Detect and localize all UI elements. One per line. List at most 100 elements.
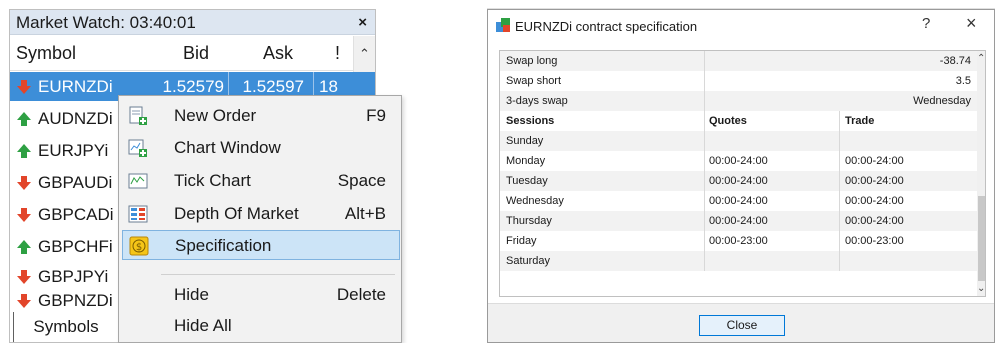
- session-row-wednesday: Wednesday 00:00-24:00 00:00-24:00: [500, 191, 977, 211]
- session-row-monday: Monday 00:00-24:00 00:00-24:00: [500, 151, 977, 171]
- column-header-spread[interactable]: !: [335, 43, 340, 64]
- app-icon: [496, 18, 510, 32]
- spec-name: Swap short: [506, 75, 562, 87]
- tick-chart-icon: [128, 173, 148, 189]
- svg-text:$: $: [136, 242, 142, 253]
- menu-item-label: Hide: [174, 285, 209, 304]
- menu-item-shortcut: Alt+B: [344, 204, 386, 223]
- grid-scrollbar[interactable]: ⌃ ⌄: [977, 51, 985, 296]
- chevron-down-icon[interactable]: ⌄: [977, 283, 985, 294]
- spec-value: 3.5: [955, 75, 971, 87]
- grid-divider: [704, 71, 705, 91]
- market-watch-title: Market Watch: 03:40:01: [16, 13, 196, 32]
- symbol-name: GBPCHFi: [38, 237, 113, 256]
- close-button[interactable]: Close: [699, 315, 785, 336]
- session-day: Saturday: [506, 255, 551, 267]
- scrollbar-thumb[interactable]: [978, 196, 985, 281]
- symbol-name: EURJPYi: [38, 141, 109, 160]
- background-strip: [487, 0, 995, 9]
- column-header-symbol[interactable]: Symbol: [16, 43, 76, 64]
- session-trade: 00:00-24:00: [845, 175, 904, 187]
- contract-specification-dialog: EURNZDi contract specification ? × Swap …: [487, 9, 995, 343]
- chart-window-icon: [128, 139, 147, 157]
- grid-divider: [839, 131, 840, 151]
- arrow-down-icon: [17, 270, 31, 284]
- market-watch-header: Symbol Bid Ask !: [10, 36, 375, 71]
- session-quotes: 00:00-24:00: [709, 215, 768, 227]
- session-day: Friday: [506, 235, 537, 247]
- menu-item-label: Hide All: [174, 316, 232, 335]
- arrow-up-icon: [17, 240, 31, 254]
- column-header-ask[interactable]: Ask: [263, 43, 293, 64]
- session-row-thursday: Thursday 00:00-24:00 00:00-24:00: [500, 211, 977, 231]
- dialog-title: EURNZDi contract specification: [515, 19, 698, 34]
- menu-item-depth-of-market[interactable]: Depth Of Market Alt+B: [122, 199, 400, 229]
- symbol-name: GBPAUDi: [38, 173, 113, 192]
- grid-divider: [704, 131, 705, 151]
- column-header-bid[interactable]: Bid: [183, 43, 209, 64]
- quotes-header-label: Quotes: [709, 115, 747, 127]
- spec-row-3-days-swap: 3-days swap Wednesday: [500, 91, 977, 111]
- specification-grid: Swap long -38.74 Swap short 3.5 3-days s…: [499, 50, 986, 297]
- depth-of-market-icon: [128, 205, 148, 223]
- grid-divider: [839, 111, 840, 131]
- chevron-up-icon[interactable]: ⌃: [359, 46, 370, 62]
- trade-header-label: Trade: [845, 115, 875, 127]
- menu-item-label: Chart Window: [174, 138, 281, 157]
- symbol-name: GBPNZDi: [38, 291, 113, 310]
- session-row-friday: Friday 00:00-23:00 00:00-23:00: [500, 231, 977, 251]
- menu-item-label: New Order: [174, 106, 257, 125]
- spec-row-swap-short: Swap short 3.5: [500, 71, 977, 91]
- grid-divider: [704, 251, 705, 271]
- context-menu: New Order F9 Chart Window Tick Chart Spa…: [118, 95, 402, 343]
- grid-divider: [839, 251, 840, 271]
- session-row-tuesday: Tuesday 00:00-24:00 00:00-24:00: [500, 171, 977, 191]
- help-icon[interactable]: ?: [922, 15, 930, 32]
- menu-item-hide-all[interactable]: Hide All: [122, 311, 400, 341]
- arrow-down-icon: [17, 208, 31, 222]
- session-quotes: 00:00-24:00: [709, 195, 768, 207]
- close-icon[interactable]: ×: [358, 10, 367, 35]
- session-trade: 00:00-24:00: [845, 155, 904, 167]
- menu-separator: [161, 274, 395, 275]
- session-day: Sunday: [506, 135, 544, 147]
- tab-symbols[interactable]: Symbols: [13, 312, 119, 342]
- menu-item-hide[interactable]: Hide Delete: [122, 280, 400, 310]
- grid-divider: [839, 211, 840, 231]
- menu-item-tick-chart[interactable]: Tick Chart Space: [122, 166, 400, 196]
- market-watch-title-bar: Market Watch: 03:40:01 ×: [10, 10, 375, 35]
- grid-divider: [704, 191, 705, 211]
- chevron-up-icon[interactable]: ⌃: [977, 53, 985, 64]
- arrow-up-icon: [17, 144, 31, 158]
- session-quotes: 00:00-24:00: [709, 175, 768, 187]
- menu-item-specification[interactable]: $ Specification: [122, 230, 400, 260]
- arrow-down-icon: [17, 80, 31, 94]
- arrow-down-icon: [17, 176, 31, 190]
- session-quotes: 00:00-24:00: [709, 155, 768, 167]
- symbol-name: AUDNZDi: [38, 109, 113, 128]
- grid-divider: [839, 151, 840, 171]
- session-trade: 00:00-24:00: [845, 195, 904, 207]
- grid-divider: [704, 91, 705, 111]
- grid-divider: [704, 151, 705, 171]
- new-order-icon: [129, 106, 147, 125]
- menu-item-chart-window[interactable]: Chart Window: [122, 133, 400, 163]
- close-icon[interactable]: ×: [966, 13, 977, 34]
- spec-name: 3-days swap: [506, 95, 568, 107]
- session-day: Thursday: [506, 215, 552, 227]
- sessions-header: Sessions Quotes Trade: [500, 111, 977, 131]
- menu-item-label: Depth Of Market: [174, 204, 299, 223]
- grid-divider: [839, 191, 840, 211]
- menu-item-new-order[interactable]: New Order F9: [122, 101, 400, 131]
- spec-value: -38.74: [939, 55, 971, 67]
- session-row-saturday: Saturday: [500, 251, 977, 271]
- symbol-name: EURNZDi: [38, 77, 113, 96]
- arrow-down-icon: [17, 294, 31, 308]
- menu-item-shortcut: Space: [337, 171, 386, 190]
- grid-divider: [704, 51, 705, 71]
- grid-divider: [704, 231, 705, 251]
- grid-divider: [704, 171, 705, 191]
- menu-item-shortcut: Delete: [336, 285, 386, 304]
- grid-divider: [839, 231, 840, 251]
- session-trade: 00:00-24:00: [845, 215, 904, 227]
